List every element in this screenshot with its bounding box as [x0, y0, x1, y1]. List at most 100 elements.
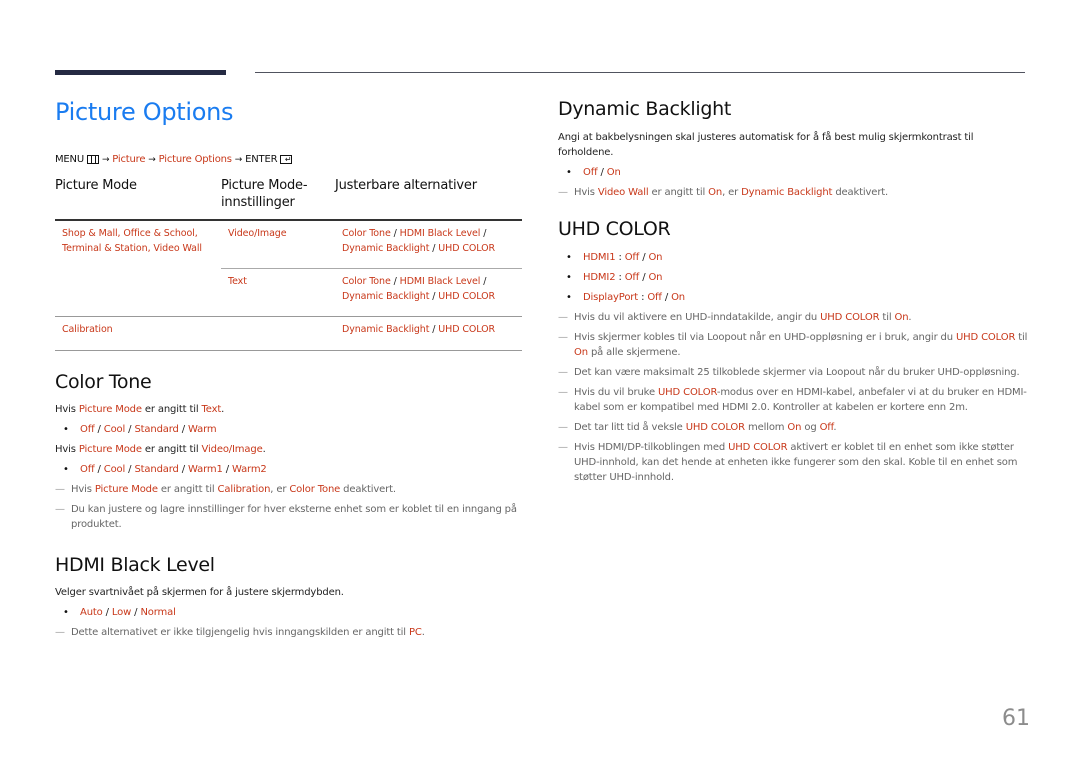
highlight: On [574, 347, 588, 358]
cell-options: Color Tone / HDMI Black Level / Dynamic … [335, 268, 522, 317]
highlight: Picture Mode [78, 403, 142, 415]
highlight: UHD COLOR [658, 387, 717, 398]
note-text: Dette alternativet er ikke tilgjengelig … [71, 625, 425, 640]
page-title: Picture Options [55, 98, 234, 126]
option-color-tone: Color Tone [342, 228, 391, 239]
bullet-icon: • [63, 423, 69, 435]
bullet-text: HDMI1 : Off / On [583, 250, 663, 265]
note-text: Du kan justere og lagre innstillinger fo… [71, 503, 520, 530]
note: — Dette alternativet er ikke tilgjengeli… [55, 625, 522, 640]
section-title: Dynamic Backlight [558, 98, 731, 120]
bullet-text: Off / On [583, 165, 621, 180]
option: Off [583, 167, 598, 178]
bullet-icon: • [566, 272, 572, 283]
note: — Det kan være maksimalt 25 tilkoblede s… [558, 365, 1028, 380]
option: On [648, 272, 663, 283]
highlight: Off [819, 422, 834, 433]
option: On [671, 292, 685, 303]
dash-icon: — [55, 626, 65, 638]
table-row: Calibration Dynamic Backlight / UHD COLO… [55, 316, 522, 351]
separator: / [178, 423, 189, 435]
option: Off [80, 423, 95, 435]
option-hdmi-black-level: HDMI Black Level [399, 276, 481, 287]
bullet-item: • Auto / Low / Normal [55, 605, 522, 620]
dynamic-backlight-section: Dynamic Backlight Angi at bakbelysningen… [558, 98, 1028, 200]
text: Det tar litt tid å veksle [574, 422, 686, 433]
option-uhd-color: UHD COLOR [438, 242, 495, 254]
option-dynamic-backlight: Dynamic Backlight [342, 324, 430, 335]
option-color-tone: Color Tone [342, 276, 391, 287]
highlight: On [787, 422, 802, 433]
text: , er [722, 187, 742, 198]
dash-icon: — [558, 332, 568, 343]
text: . [262, 443, 266, 455]
option: On [606, 167, 621, 178]
cell-mode: Calibration [55, 316, 221, 351]
option-uhd-color: UHD COLOR [438, 324, 495, 335]
option: Standard [134, 423, 179, 435]
table-row: Shop & Mall, Office & School, Terminal &… [55, 220, 522, 269]
menu-label: MENU [55, 154, 84, 165]
option: On [648, 252, 663, 263]
enter-label: ENTER [245, 154, 278, 165]
condition-text: Hvis Picture Mode er angitt til Text. [55, 402, 522, 417]
highlight: UHD COLOR [685, 422, 745, 433]
separator: / [597, 167, 607, 178]
menu-path: MENU → Picture → Picture Options → ENTER… [55, 154, 522, 165]
text: til [879, 312, 895, 323]
menu-path-picture-options[interactable]: Picture Options [159, 154, 232, 165]
menu-path-picture[interactable]: Picture [112, 154, 145, 165]
note-text: Hvis Video Wall er angitt til On, er Dyn… [574, 185, 888, 200]
dash-icon: — [55, 503, 65, 515]
header-accent-bar [55, 70, 226, 75]
bullet-item: • Off / Cool / Standard / Warm1 / Warm2 [55, 462, 522, 477]
header-settings-line2: innstillinger [221, 195, 295, 210]
note: — Hvis Video Wall er angitt til On, er D… [558, 185, 1028, 200]
option: Cool [103, 423, 126, 435]
condition-text: Hvis Picture Mode er angitt til Video/Im… [55, 442, 522, 457]
separator: / [429, 324, 439, 335]
text: er angitt til [648, 187, 709, 198]
description: Angi at bakbelysningen skal justeres aut… [558, 132, 977, 158]
bullet-icon: • [566, 167, 572, 178]
option: Cool [103, 463, 126, 475]
cell-setting: Text [221, 268, 335, 317]
header-rule [255, 72, 1025, 73]
highlight: Picture Mode [94, 483, 158, 495]
note-text: Hvis Picture Mode er angitt til Calibrat… [71, 482, 396, 497]
left-column: Picture Options MENU → Picture → Picture… [55, 98, 522, 640]
text: Hvis [574, 187, 598, 198]
label: DisplayPort [583, 292, 639, 303]
separator: : [615, 272, 625, 283]
separator: / [94, 463, 104, 475]
text: til [1015, 332, 1031, 343]
text: deaktivert. [340, 483, 396, 495]
dash-icon: — [558, 387, 568, 398]
highlight: Picture Mode [78, 443, 142, 455]
arrow-icon: → [101, 154, 110, 165]
right-column: Dynamic Backlight Angi at bakbelysningen… [558, 98, 1028, 485]
section-title: HDMI Black Level [55, 553, 215, 576]
highlight: Video Wall [597, 187, 649, 198]
table-header-row: Picture Mode Picture Mode-innstillinger … [55, 177, 522, 220]
note: — Det tar litt tid å veksle UHD COLOR me… [558, 420, 1028, 435]
text: . [908, 312, 912, 323]
separator: / [222, 463, 232, 475]
enter-icon: ↵ [280, 155, 293, 164]
label: HDMI1 [583, 252, 616, 263]
bullet-text: Off / Cool / Standard / Warm [80, 422, 217, 437]
header-picture-mode: Picture Mode [55, 178, 137, 193]
bullet-text: Off / Cool / Standard / Warm1 / Warm2 [80, 462, 267, 477]
dash-icon: — [558, 367, 568, 378]
separator: / [480, 276, 490, 287]
note-text: Det kan være maksimalt 25 tilkoblede skj… [574, 367, 1020, 378]
text: mellom [744, 422, 788, 433]
dash-icon: — [558, 187, 568, 198]
separator: / [480, 228, 490, 239]
hdmi-black-level-section: HDMI Black Level Velger svartnivået på s… [55, 554, 522, 640]
option: Low [111, 606, 132, 618]
page-number: 61 [1002, 706, 1030, 731]
text: deaktivert. [832, 187, 889, 198]
dash-icon: — [558, 442, 568, 453]
option-hdmi-black-level: HDMI Black Level [399, 228, 481, 239]
